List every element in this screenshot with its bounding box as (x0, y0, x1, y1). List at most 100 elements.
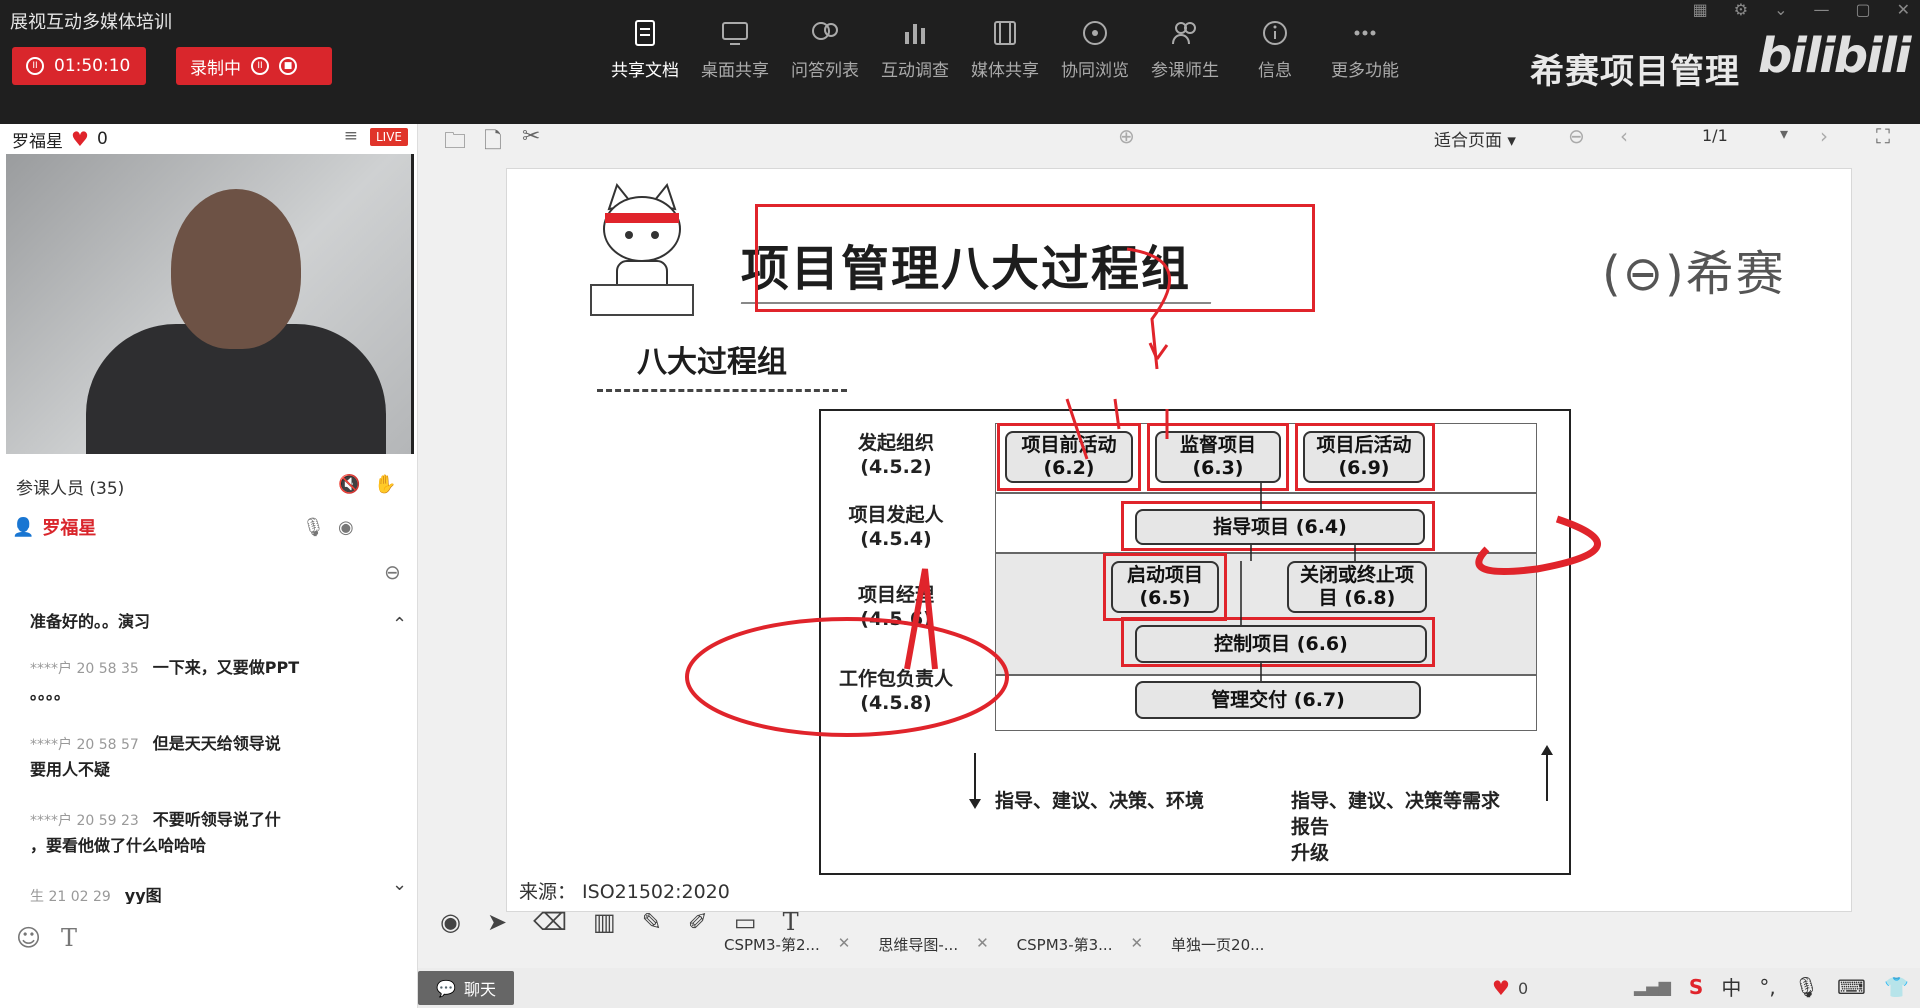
timer-pill[interactable]: II 01:50:10 (12, 47, 146, 85)
doc-tab[interactable]: CSPM3-第3... ✕ (1011, 932, 1149, 957)
prev-page-icon[interactable]: ‹ (1620, 124, 1628, 148)
doc-tab[interactable]: 思维导图-... ✕ (872, 932, 994, 957)
text-format-icon[interactable]: T (61, 924, 77, 952)
chat-list[interactable]: 准备好的。。演习 ****户 20 58 35 一下来，又要做PPT 。。。。 *… (0, 584, 418, 904)
maximize-icon[interactable]: ▢ (1855, 0, 1870, 19)
emoji-icon[interactable]: ☺ (16, 924, 41, 952)
pointer-target-icon[interactable]: ◉ (440, 908, 461, 936)
chat-message: 要用人不疑 (30, 760, 111, 779)
app-title: 展视互动多媒体培训 (10, 12, 172, 33)
tool-survey[interactable]: 互动调查 (870, 18, 960, 81)
doc-tab[interactable]: CSPM3-第2... ✕ (718, 932, 856, 957)
fit-page-select[interactable]: 适合页面 ▾ (1434, 126, 1516, 151)
chat-message: ****户 20 58 35 一下来，又要做PPT (30, 658, 300, 677)
top-bar: 展视互动多媒体培训 II 01:50:10 录制中 II ■ 共享文档 桌面共享… (0, 0, 1920, 124)
info-icon (1263, 21, 1287, 45)
tool-participants[interactable]: 参课师生 (1140, 18, 1230, 81)
chat-message: ****户 20 59 23 不要听领导说了什 (30, 810, 281, 829)
presenter-likes: 0 (96, 129, 108, 149)
folder-icon[interactable]: 🗀 (444, 124, 466, 162)
pause-icon: II (26, 57, 44, 75)
tool-label: 参课师生 (1151, 61, 1219, 81)
camera-icon[interactable]: ◉ (338, 517, 354, 538)
chevron-up-icon[interactable]: ⌃ (392, 614, 407, 635)
xisai-logo: (⊖)希赛 (1602, 246, 1786, 302)
heart-icon[interactable]: ♥ (71, 127, 89, 151)
tool-co-browse[interactable]: 协同浏览 (1050, 18, 1140, 81)
presenter-head (171, 189, 301, 349)
fullscreen-icon[interactable]: ⛶ (1876, 124, 1890, 148)
mic-icon[interactable]: 🎙 (1794, 975, 1819, 999)
eraser-icon[interactable]: ⌫ (533, 908, 567, 936)
chat-message: 准备好的。。演习 (30, 612, 151, 631)
chat-input-tools: ☺ T (16, 924, 77, 952)
people-icon (1172, 22, 1196, 45)
clear-icon[interactable]: ▥ (593, 908, 616, 936)
doc-tab[interactable]: 单独一页20... (1165, 932, 1270, 957)
main-toolbar: 共享文档 桌面共享 问答列表 互动调查 媒体共享 协同浏览 参课师生 信息 更多… (600, 18, 1410, 81)
cat-mascot-icon (590, 182, 694, 316)
tool-info[interactable]: 信息 (1230, 18, 1320, 81)
minimize-icon[interactable]: — (1813, 0, 1829, 19)
file-icon[interactable]: 🗋 (484, 124, 502, 162)
highlighter-icon[interactable]: ✎ (642, 908, 662, 936)
document-share-icon (635, 20, 655, 46)
chat-button[interactable]: 💬 聊天 (418, 971, 514, 1005)
up-arrow-head (1541, 745, 1553, 755)
signal-icon: ▂▄▆ (1634, 977, 1671, 996)
tool-more[interactable]: 更多功能 (1320, 18, 1410, 81)
zoom-in-icon[interactable]: ⊕ (1118, 124, 1135, 148)
close-tab-icon[interactable]: ✕ (976, 934, 989, 955)
tool-media-share[interactable]: 媒体共享 (960, 18, 1050, 81)
participants-label[interactable]: 参课人员 (35) (16, 474, 124, 499)
close-tab-icon[interactable]: ✕ (838, 934, 851, 955)
title-annotation-box (755, 204, 1315, 312)
punctuation-icon[interactable]: °, (1759, 975, 1775, 999)
pause-record-icon[interactable]: II (251, 57, 269, 75)
shirt-icon[interactable]: 👕 (1884, 975, 1909, 999)
tool-label: 互动调查 (881, 61, 949, 81)
tool-qa-list[interactable]: 问答列表 (780, 18, 870, 81)
process-diagram: 发起组织 (4.5.2) 项目发起人 (4.5.4) 项目经理 (4.5.6) … (819, 409, 1571, 875)
chevron-down-icon[interactable]: ⌄ (392, 874, 407, 895)
qa-list-icon (812, 22, 838, 40)
presenter-video[interactable] (6, 154, 414, 454)
doc-toolbar: 🗀 🗋 ✂ ⊕ 适合页面 ▾ ⊖ ‹ 1/1 ▾ › ⛶ (418, 124, 1920, 154)
tool-desktop-share[interactable]: 桌面共享 (690, 18, 780, 81)
self-participant[interactable]: 👤 罗福星 🎙 ◉ (12, 514, 402, 540)
left-panel: 罗福星 ♥ 0 ≡ LIVE 参课人员 (35) 🔇 ✋ 👤 罗福星 🎙 ◉ ⊖… (0, 124, 418, 1008)
list-menu-icon[interactable]: ≡ (344, 126, 358, 146)
mute-all-icon[interactable]: 🔇 (338, 474, 360, 495)
tool-label: 信息 (1258, 61, 1292, 81)
sogou-icon[interactable]: S (1689, 975, 1703, 999)
chevron-down-icon[interactable]: ⌄ (1774, 0, 1787, 19)
grid-icon[interactable]: ▦ (1693, 0, 1708, 19)
stop-record-icon[interactable]: ■ (279, 57, 297, 75)
slide-source: 来源： ISO21502:2020 (519, 881, 730, 903)
scissors-icon[interactable]: ✂ (522, 124, 540, 149)
page-number: 1/1 (1702, 126, 1728, 145)
close-icon[interactable]: ✕ (1897, 0, 1910, 19)
tool-share-doc[interactable]: 共享文档 (600, 18, 690, 81)
hand-icon[interactable]: ✋ (374, 474, 396, 495)
like-counter[interactable]: ♥ 0 (1492, 976, 1528, 1000)
chat-bubble-icon: 💬 (436, 978, 456, 998)
settings-icon[interactable]: ⚙ (1734, 0, 1748, 19)
chat-message: ****户 20 58 57 但是天天给领导说 (30, 734, 281, 753)
cursor-icon[interactable]: ➤ (487, 908, 507, 936)
recording-pill[interactable]: 录制中 II ■ (176, 47, 332, 85)
page-dropdown-icon[interactable]: ▾ (1780, 124, 1788, 143)
keyboard-icon[interactable]: ⌨ (1837, 975, 1866, 999)
media-film-icon (994, 21, 1016, 45)
slide[interactable]: 项目管理八大过程组 八大过程组 (⊖)希赛 发起组织 (4.5.2) 项目发起人… (506, 168, 1852, 912)
close-tab-icon[interactable]: ✕ (1130, 934, 1143, 955)
tool-label: 更多功能 (1331, 61, 1399, 81)
zoom-out-icon[interactable]: ⊖ (1568, 124, 1585, 148)
down-arrow-head (969, 799, 981, 809)
pen-icon[interactable]: ✐ (688, 908, 708, 936)
mic-icon[interactable]: 🎙 (302, 517, 325, 538)
collapse-icon[interactable]: ⊖ (384, 560, 401, 584)
ime-mode[interactable]: 中 (1721, 972, 1741, 1001)
next-page-icon[interactable]: › (1820, 124, 1828, 148)
status-bar: 💬 聊天 ♥ 0 ▂▄▆ S 中 °, 🎙 ⌨ 👕 ⚙ (418, 968, 1920, 1008)
